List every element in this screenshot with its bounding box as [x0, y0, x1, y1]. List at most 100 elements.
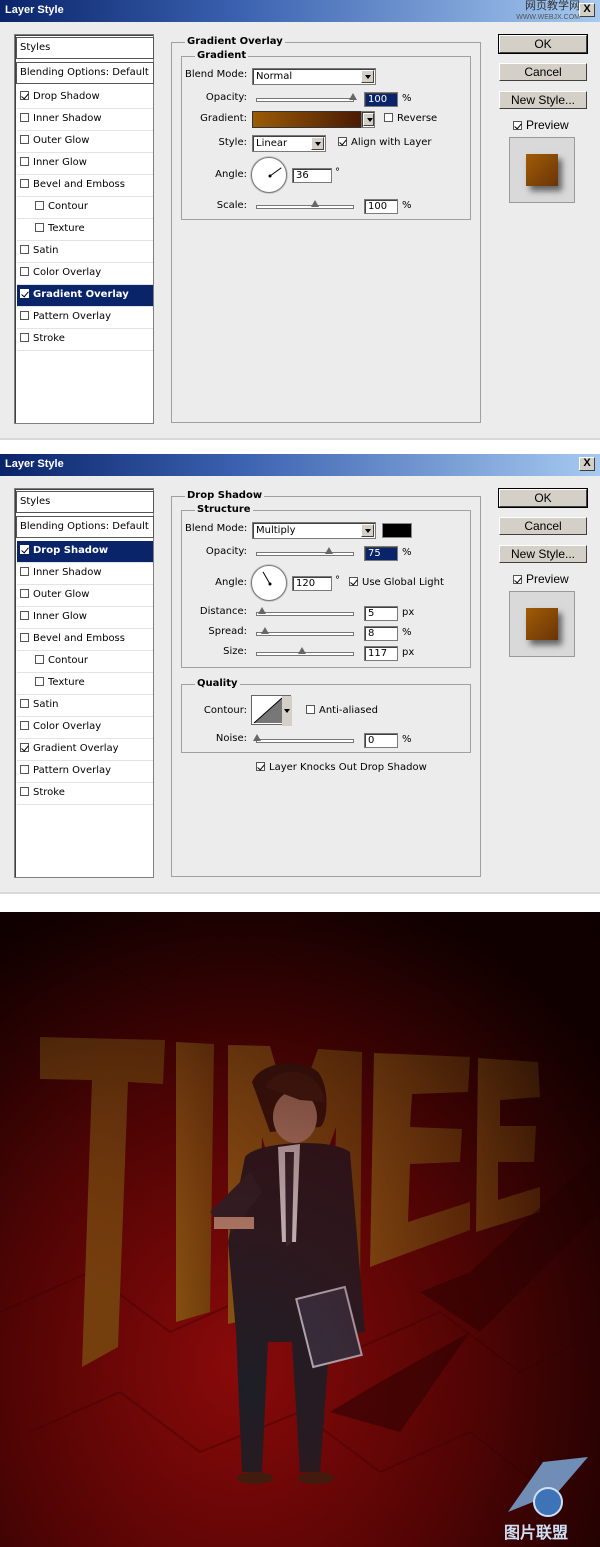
checkbox-icon[interactable]: [20, 743, 29, 752]
anti-aliased-checkbox[interactable]: Anti-aliased: [306, 705, 378, 716]
gradient-picker-button[interactable]: [361, 111, 375, 128]
checkbox-icon[interactable]: [20, 633, 29, 642]
spread-slider[interactable]: [256, 627, 354, 636]
preview-check-icon[interactable]: [513, 121, 522, 130]
global-light-check-icon[interactable]: [349, 577, 358, 586]
checkbox-icon[interactable]: [20, 179, 29, 188]
size-slider-thumb[interactable]: [298, 647, 307, 655]
close-button[interactable]: X: [579, 3, 595, 17]
style-item-gradient-overlay[interactable]: Gradient Overlay: [17, 285, 153, 307]
checkbox-icon[interactable]: [35, 223, 44, 232]
checkbox-icon[interactable]: [20, 311, 29, 320]
shadow-color-swatch[interactable]: [382, 523, 412, 538]
opacity-field[interactable]: 75: [364, 546, 398, 561]
dialog-titlebar[interactable]: Layer Style 网页教学网 WWW.WEBJX.COM X: [0, 0, 600, 22]
style-item-pattern-overlay[interactable]: Pattern Overlay: [17, 761, 153, 783]
checkbox-icon[interactable]: [20, 545, 29, 554]
style-item-satin[interactable]: Satin: [17, 241, 153, 263]
style-item-gradient-overlay[interactable]: Gradient Overlay: [17, 739, 153, 761]
checkbox-icon[interactable]: [20, 333, 29, 342]
style-item-styles[interactable]: Styles: [16, 37, 154, 59]
style-item-outer-glow[interactable]: Outer Glow: [17, 131, 153, 153]
distance-slider-thumb[interactable]: [257, 607, 266, 615]
noise-slider[interactable]: [253, 734, 354, 743]
style-item-contour[interactable]: Contour: [17, 197, 153, 219]
style-item-pattern-overlay[interactable]: Pattern Overlay: [17, 307, 153, 329]
style-item-stroke[interactable]: Stroke: [17, 329, 153, 351]
ok-button[interactable]: OK: [498, 34, 588, 54]
noise-slider-thumb[interactable]: [253, 734, 261, 742]
preview-check-icon[interactable]: [513, 575, 522, 584]
align-check-icon[interactable]: [338, 137, 347, 146]
reverse-check-icon[interactable]: [384, 113, 393, 122]
style-item-outer-glow[interactable]: Outer Glow: [17, 585, 153, 607]
style-item-inner-shadow[interactable]: Inner Shadow: [17, 109, 153, 131]
size-slider[interactable]: [256, 647, 354, 656]
cancel-button[interactable]: Cancel: [499, 63, 587, 81]
checkbox-icon[interactable]: [35, 677, 44, 686]
knockout-checkbox[interactable]: Layer Knocks Out Drop Shadow: [256, 762, 427, 773]
angle-dial[interactable]: [251, 565, 287, 601]
checkbox-icon[interactable]: [20, 611, 29, 620]
checkbox-icon[interactable]: [20, 245, 29, 254]
contour-picker[interactable]: [251, 695, 292, 726]
cancel-button[interactable]: Cancel: [499, 517, 587, 535]
checkbox-icon[interactable]: [20, 787, 29, 796]
checkbox-icon[interactable]: [20, 135, 29, 144]
style-item-texture[interactable]: Texture: [17, 219, 153, 241]
style-item-inner-glow[interactable]: Inner Glow: [17, 607, 153, 629]
style-item-color-overlay[interactable]: Color Overlay: [17, 263, 153, 285]
spread-slider-thumb[interactable]: [260, 627, 269, 635]
angle-field[interactable]: 36: [292, 168, 332, 183]
chevron-down-icon[interactable]: [361, 70, 374, 83]
scale-field[interactable]: 100: [364, 199, 398, 214]
chevron-down-icon[interactable]: [361, 524, 374, 537]
opacity-slider[interactable]: [256, 547, 354, 556]
opacity-field[interactable]: 100: [364, 92, 398, 107]
chevron-down-icon[interactable]: [363, 113, 374, 126]
preview-checkbox[interactable]: Preview: [513, 572, 569, 586]
checkbox-icon[interactable]: [20, 765, 29, 774]
style-item-drop-shadow[interactable]: Drop Shadow: [17, 541, 153, 563]
checkbox-icon[interactable]: [35, 201, 44, 210]
gradient-swatch[interactable]: [252, 111, 362, 128]
style-item-inner-shadow[interactable]: Inner Shadow: [17, 563, 153, 585]
checkbox-icon[interactable]: [20, 157, 29, 166]
checkbox-icon[interactable]: [20, 113, 29, 122]
spread-field[interactable]: 8: [364, 626, 398, 641]
opacity-slider-thumb[interactable]: [325, 547, 333, 555]
style-item-color-overlay[interactable]: Color Overlay: [17, 717, 153, 739]
new-style-button[interactable]: New Style...: [499, 91, 587, 109]
opacity-slider[interactable]: [256, 93, 357, 102]
checkbox-icon[interactable]: [20, 91, 29, 100]
checkbox-icon[interactable]: [20, 721, 29, 730]
checkbox-icon[interactable]: [20, 289, 29, 298]
style-item-contour[interactable]: Contour: [17, 651, 153, 673]
angle-field[interactable]: 120: [292, 576, 332, 591]
reverse-checkbox[interactable]: Reverse: [384, 113, 437, 124]
align-with-layer-checkbox[interactable]: Align with Layer: [338, 137, 432, 148]
size-field[interactable]: 117: [364, 646, 398, 661]
style-item-inner-glow[interactable]: Inner Glow: [17, 153, 153, 175]
checkbox-icon[interactable]: [20, 567, 29, 576]
noise-field[interactable]: 0: [364, 733, 398, 748]
knockout-check-icon[interactable]: [256, 762, 265, 771]
checkbox-icon[interactable]: [20, 699, 29, 708]
style-item-blending-options-default[interactable]: Blending Options: Default: [16, 62, 154, 84]
ok-button[interactable]: OK: [498, 488, 588, 508]
style-item-satin[interactable]: Satin: [17, 695, 153, 717]
opacity-slider-thumb[interactable]: [349, 93, 357, 101]
distance-field[interactable]: 5: [364, 606, 398, 621]
scale-slider-thumb[interactable]: [310, 200, 319, 208]
blend-mode-select[interactable]: Multiply: [252, 522, 376, 539]
style-item-bevel-and-emboss[interactable]: Bevel and Emboss: [17, 629, 153, 651]
style-select[interactable]: Linear: [252, 135, 326, 152]
scale-slider[interactable]: [256, 200, 354, 209]
style-item-blending-options-default[interactable]: Blending Options: Default: [16, 516, 154, 538]
dialog-titlebar[interactable]: Layer Style X: [0, 454, 600, 476]
style-item-drop-shadow[interactable]: Drop Shadow: [17, 87, 153, 109]
checkbox-icon[interactable]: [20, 589, 29, 598]
chevron-down-icon[interactable]: [311, 137, 324, 150]
checkbox-icon[interactable]: [35, 655, 44, 664]
close-button[interactable]: X: [579, 457, 595, 471]
